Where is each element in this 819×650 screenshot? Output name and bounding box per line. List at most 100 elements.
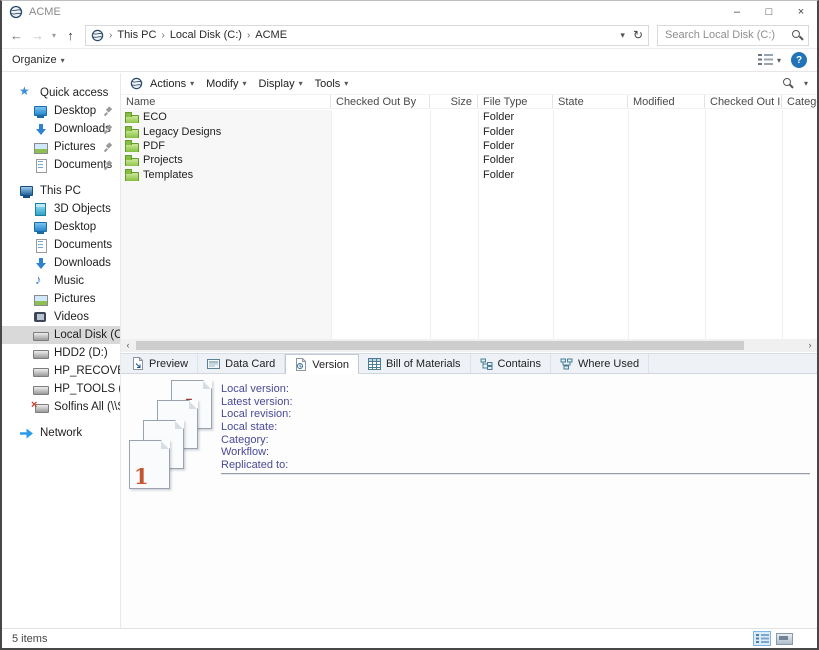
horizontal-scrollbar[interactable]: ‹ › — [121, 339, 817, 352]
minimize-button[interactable]: – — [721, 1, 753, 22]
sidebar-item-hp-recovery-e[interactable]: HP_RECOVERY (E:) — [2, 362, 120, 380]
file-row-projects[interactable]: Projects Folder — [121, 153, 817, 167]
field-latest-version: Latest version: — [221, 396, 293, 409]
breadcrumb-acme[interactable]: ACME — [255, 29, 287, 41]
hard-drive-icon — [33, 329, 48, 342]
pin-icon[interactable] — [104, 107, 113, 116]
search-box[interactable] — [657, 25, 809, 46]
sidebar-item-videos[interactable]: Videos — [2, 308, 120, 326]
sidebar-item-local-disk-c[interactable]: Local Disk (C:) — [2, 326, 120, 344]
sidebar-item-network[interactable]: Network — [2, 424, 120, 442]
tab-where-used[interactable]: Where Used — [551, 354, 649, 373]
file-row-eco[interactable]: ECO Folder — [121, 110, 817, 124]
breadcrumb-separator: › — [109, 30, 112, 41]
up-button[interactable]: ↑ — [60, 25, 81, 46]
file-row-pdf[interactable]: PDF Folder — [121, 139, 817, 153]
contains-tree-icon — [480, 358, 493, 370]
column-checked-out-by[interactable]: Checked Out By — [331, 95, 430, 108]
file-row-legacy-designs[interactable]: Legacy Designs Folder — [121, 124, 817, 138]
maximize-button[interactable]: □ — [753, 1, 785, 22]
sidebar-item-pictures-pc[interactable]: Pictures — [2, 290, 120, 308]
chevron-down-icon: ▾ — [190, 79, 194, 88]
picture-icon — [33, 141, 48, 154]
menu-actions[interactable]: Actions▾ — [145, 78, 199, 90]
pdm-tab-bar: Preview Data Card Version Bill of Materi… — [121, 353, 817, 374]
items-count: 5 items — [12, 633, 47, 645]
breadcrumb-this-pc[interactable]: This PC — [117, 29, 156, 41]
column-size[interactable]: Size — [430, 95, 478, 108]
menu-display[interactable]: Display▾ — [254, 78, 308, 90]
sidebar-item-documents-pc[interactable]: Documents — [2, 236, 120, 254]
pdm-toolbar: Actions▾ Modify▾ Display▾ Tools▾ ▾ — [121, 73, 817, 94]
sidebar-item-hp-tools-f[interactable]: HP_TOOLS (F:) — [2, 380, 120, 398]
sidebar-item-documents[interactable]: Documents — [2, 156, 120, 174]
column-category[interactable]: Category — [782, 95, 819, 108]
tab-preview[interactable]: Preview — [123, 354, 198, 373]
where-used-tree-icon — [560, 358, 573, 370]
hard-drive-icon — [33, 383, 48, 396]
chevron-down-icon: ▾ — [344, 79, 348, 88]
file-row-templates[interactable]: Templates Folder — [121, 168, 817, 182]
menu-modify[interactable]: Modify▾ — [201, 78, 251, 90]
command-bar: Organize ▾ ▾ ? — [2, 49, 817, 72]
chevron-down-icon: ▾ — [61, 56, 65, 65]
close-button[interactable]: × — [785, 1, 817, 22]
address-dropdown-icon[interactable]: ▾ — [620, 30, 625, 41]
sidebar-item-solfins-all[interactable]: Solfins All (\\SLFVIR — [2, 398, 120, 416]
tab-bill-of-materials[interactable]: Bill of Materials — [359, 354, 471, 373]
sidebar-item-downloads-pc[interactable]: Downloads — [2, 254, 120, 272]
pdm-vault-icon — [91, 29, 104, 42]
field-local-version: Local version: — [221, 383, 293, 396]
sidebar-item-quick-access[interactable]: Quick access — [2, 84, 120, 102]
breadcrumb-local-disk[interactable]: Local Disk (C:) — [170, 29, 242, 41]
menu-tools[interactable]: Tools▾ — [310, 78, 354, 90]
change-view-button[interactable]: ▾ — [758, 54, 781, 66]
scroll-left-icon[interactable]: ‹ — [121, 339, 135, 352]
back-button[interactable]: ← — [6, 25, 27, 46]
pdm-vault-icon — [130, 77, 143, 90]
sidebar-item-this-pc[interactable]: This PC — [2, 182, 120, 200]
history-dropdown-icon[interactable]: ▾ — [48, 25, 60, 46]
sidebar-item-3d-objects[interactable]: 3D Objects — [2, 200, 120, 218]
data-card-icon — [207, 358, 220, 370]
chevron-down-icon: ▾ — [777, 56, 781, 65]
tab-version[interactable]: Version — [285, 354, 359, 374]
field-local-revision: Local revision: — [221, 408, 293, 421]
column-name[interactable]: Name — [121, 95, 331, 108]
folder-icon — [125, 155, 138, 166]
forward-button[interactable]: → — [27, 25, 48, 46]
tab-data-card[interactable]: Data Card — [198, 354, 285, 373]
pin-icon[interactable] — [104, 143, 113, 152]
sidebar-item-hdd2-d[interactable]: HDD2 (D:) — [2, 344, 120, 362]
column-modified[interactable]: Modified — [628, 95, 705, 108]
pdm-search-button[interactable]: ▾ — [783, 78, 808, 89]
pin-icon[interactable] — [104, 125, 113, 134]
search-input[interactable] — [663, 28, 792, 42]
help-button[interactable]: ? — [791, 52, 807, 68]
organize-button[interactable]: Organize — [12, 54, 57, 66]
sidebar-item-downloads[interactable]: Downloads — [2, 120, 120, 138]
file-type-cell: Folder — [478, 169, 553, 181]
search-icon[interactable] — [792, 30, 803, 41]
sidebar-item-desktop[interactable]: Desktop — [2, 102, 120, 120]
column-file-type[interactable]: File Type — [478, 95, 553, 108]
address-bar-row: ← → ▾ ↑ › This PC › Local Disk (C:) › AC… — [2, 22, 817, 49]
address-bar[interactable]: › This PC › Local Disk (C:) › ACME ▾ ↻ — [85, 25, 649, 46]
field-category: Category: — [221, 434, 293, 447]
sidebar-item-desktop-pc[interactable]: Desktop — [2, 218, 120, 236]
sidebar-item-music[interactable]: Music — [2, 272, 120, 290]
pin-icon[interactable] — [104, 161, 113, 170]
tab-contains[interactable]: Contains — [471, 354, 551, 373]
thumbnail-view-toggle-icon[interactable] — [775, 631, 793, 646]
status-bar: 5 items — [2, 628, 817, 648]
column-checked-out-in[interactable]: Checked Out In — [705, 95, 782, 108]
file-list: ECO Folder Legacy Designs Folder PDF Fol… — [121, 110, 817, 339]
scroll-right-icon[interactable]: › — [803, 339, 817, 352]
column-state[interactable]: State — [553, 95, 628, 108]
sidebar-item-pictures[interactable]: Pictures — [2, 138, 120, 156]
details-view-toggle-icon[interactable] — [753, 631, 771, 646]
refresh-icon[interactable]: ↻ — [633, 28, 643, 42]
scrollbar-thumb[interactable] — [136, 341, 744, 350]
disconnected-network-drive-icon — [33, 401, 48, 414]
version-number-1: 1 — [134, 466, 149, 487]
